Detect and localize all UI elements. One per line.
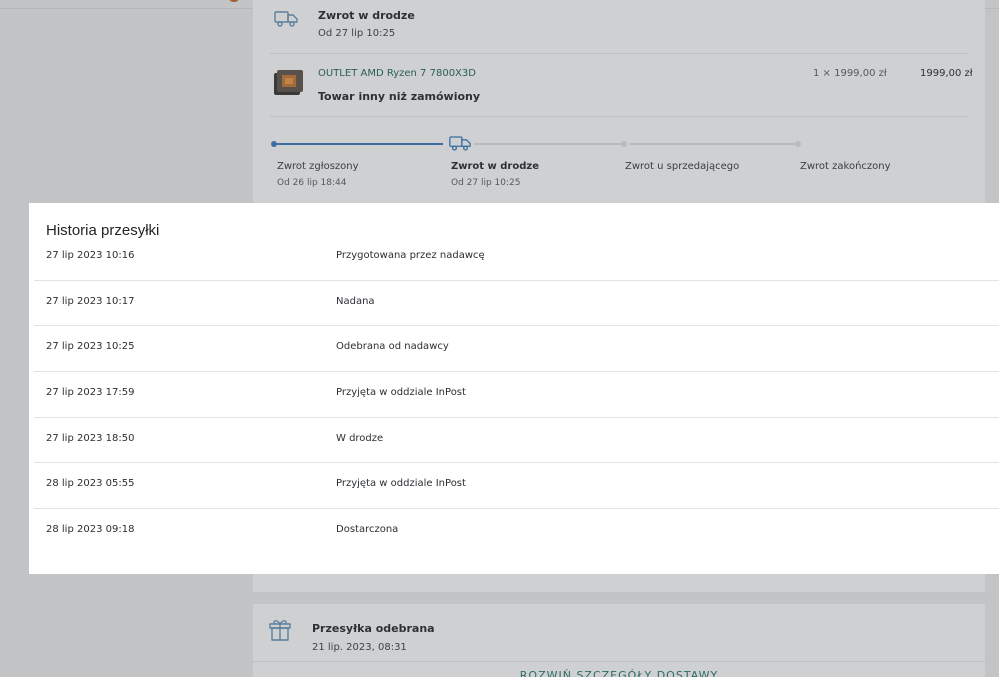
history-date: 28 lip 2023 09:18 (46, 524, 135, 536)
progress-step-label: Zwrot zgłoszony (277, 161, 359, 172)
progress-step-label: Zwrot zakończony (800, 161, 891, 172)
progress-step-date: Od 26 lip 18:44 (277, 178, 347, 188)
history-row: 27 lip 2023 18:50 W drodze (34, 418, 999, 464)
logo-fragment (228, 0, 240, 2)
divider (270, 116, 968, 117)
progress-step-date: Od 27 lip 10:25 (451, 178, 521, 188)
history-date: 27 lip 2023 10:16 (46, 250, 135, 261)
delivery-status-title: Przesyłka odebrana (312, 622, 435, 635)
progress-segment-pending (629, 143, 795, 145)
item-total: 1999,00 zł (920, 68, 973, 79)
return-reason: Towar inny niż zamówiony (318, 90, 481, 103)
progress-step-label: Zwrot u sprzedającego (625, 161, 740, 172)
truck-icon (274, 11, 298, 27)
divider (270, 53, 968, 54)
progress-segment-pending (474, 143, 621, 145)
delivery-received-card: Przesyłka odebrana 21 lip. 2023, 08:31 R… (253, 604, 985, 677)
package-icon (269, 620, 291, 641)
product-thumbnail (274, 70, 303, 95)
history-date: 27 lip 2023 18:50 (46, 432, 135, 444)
history-row: 28 lip 2023 05:55 Przyjęta w oddziale In… (34, 463, 999, 510)
history-date: 28 lip 2023 05:55 (46, 478, 135, 490)
return-progress-tracker: Zwrot zgłoszony Od 26 lip 18:44 Zwrot w … (271, 134, 973, 194)
history-status: Dostarczona (336, 524, 399, 536)
progress-dot-pending (621, 141, 627, 147)
return-status-title: Zwrot w drodze (318, 9, 415, 22)
history-date: 27 lip 2023 10:25 (46, 341, 135, 353)
progress-step-label-current: Zwrot w drodze (451, 161, 539, 172)
divider (253, 661, 985, 662)
delivery-status-date: 21 lip. 2023, 08:31 (312, 642, 407, 653)
return-status-since: Od 27 lip 10:25 (318, 28, 396, 39)
item-quantity-price: 1 × 1999,00 zł (813, 68, 887, 79)
shipment-history-modal: Historia przesyłki 27 lip 2023 10:16 Prz… (29, 203, 999, 574)
history-status: Odebrana od nadawcy (336, 341, 449, 353)
progress-dot-pending (795, 141, 801, 147)
history-date: 27 lip 2023 17:59 (46, 387, 135, 399)
truck-icon (449, 136, 471, 151)
history-row: 27 lip 2023 17:59 Przyjęta w oddziale In… (34, 372, 999, 418)
history-row: 27 lip 2023 10:16 Przygotowana przez nad… (34, 235, 999, 281)
progress-segment-done (277, 143, 443, 145)
history-status: W drodze (336, 432, 384, 444)
history-status: Nadana (336, 295, 375, 307)
history-row: 27 lip 2023 10:17 Nadana (34, 281, 999, 327)
shipment-history-list: 27 lip 2023 10:16 Przygotowana przez nad… (34, 235, 999, 555)
history-status: Przyjęta w oddziale InPost (336, 478, 466, 490)
product-name-link[interactable]: OUTLET AMD Ryzen 7 7800X3D (318, 68, 999, 79)
history-status: Przygotowana przez nadawcę (336, 250, 485, 261)
history-status: Przyjęta w oddziale InPost (336, 387, 466, 399)
history-row: 28 lip 2023 09:18 Dostarczona (34, 509, 999, 555)
expand-delivery-details-link[interactable]: ROZWIŃ SZCZEGÓŁY DOSTAWY (253, 669, 985, 677)
history-date: 27 lip 2023 10:17 (46, 295, 135, 307)
history-row: 27 lip 2023 10:25 Odebrana od nadawcy (34, 326, 999, 373)
